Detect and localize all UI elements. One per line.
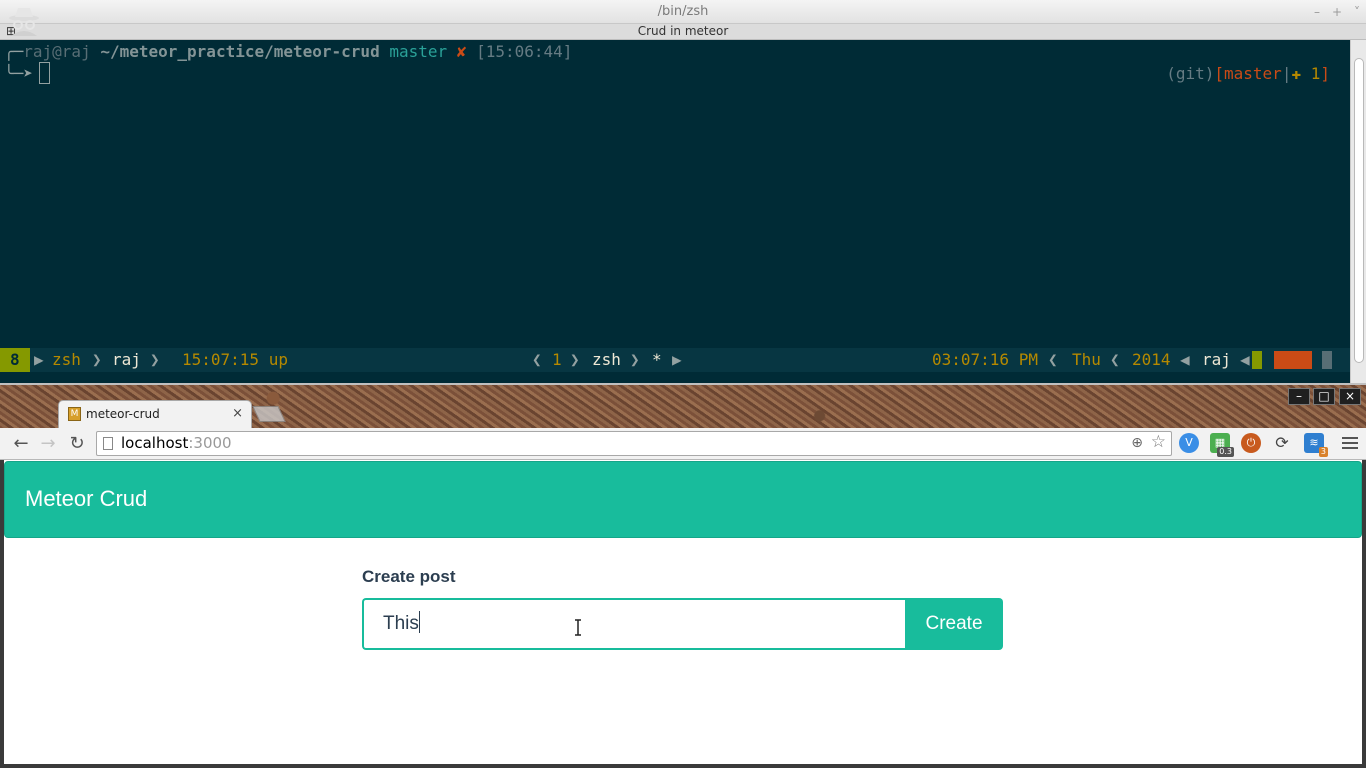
page-icon (103, 437, 113, 450)
terminal-titlebar: /bin/zsh – + ˅ (0, 0, 1366, 24)
browser-toolbar: ← → ↻ localhost:3000 ⊕ ☆ V ▦ 0.3 ⏻ ⟳ ≋ 3 (0, 428, 1366, 460)
status-uptime: 15:07:15 up (182, 350, 288, 369)
terminal-tabbar: ⊞ Crud in meteor (0, 24, 1366, 40)
prompt-branch: master (389, 42, 448, 61)
scrollbar-thumb[interactable] (1354, 58, 1364, 363)
browser-minimize-button[interactable]: – (1288, 388, 1310, 405)
prompt-time: [15:06:44] (476, 42, 573, 61)
status-meter-grey (1322, 351, 1332, 369)
terminal-window-title: /bin/zsh (657, 4, 709, 19)
extension-v-icon[interactable]: V (1179, 433, 1199, 453)
menu-button[interactable]: ˅ (1354, 0, 1360, 24)
bookmark-star-icon[interactable]: ☆ (1151, 431, 1166, 454)
prompt-input-line: ╰─➤ (4, 62, 50, 84)
prompt-line: ╭─raj@raj ~/meteor_practice/meteor-crud … (4, 42, 573, 61)
rprompt-branch: master (1224, 64, 1282, 83)
post-input-value: This (383, 613, 419, 634)
extension-sync-icon[interactable]: ⟳ (1272, 433, 1292, 453)
navbar: Meteor Crud (4, 461, 1362, 538)
terminal-cursor (38, 62, 50, 84)
incognito-icon (9, 8, 39, 36)
rprompt-changes: ✚ 1 (1291, 64, 1321, 83)
extension-badge: 3 (1318, 447, 1328, 457)
status-meter-green (1252, 351, 1262, 369)
terminal-scrollbar[interactable] (1350, 40, 1366, 384)
browser-maximize-button[interactable]: □ (1313, 388, 1335, 405)
status-shell: zsh (52, 350, 81, 369)
browser-close-button[interactable]: × (1339, 388, 1361, 405)
url-text: localhost:3000 (121, 432, 232, 455)
status-pane-shell: zsh (592, 350, 621, 369)
navbar-brand[interactable]: Meteor Crud (25, 486, 147, 512)
rprompt-sep: | (1281, 64, 1292, 83)
terminal-tab[interactable]: Crud in meteor (638, 24, 729, 38)
minimize-button[interactable]: – (1314, 0, 1320, 24)
meteor-favicon-icon: M (68, 407, 81, 421)
extension-grid-icon[interactable]: ▦ 0.3 (1210, 433, 1234, 457)
window-bottom-border (0, 764, 1366, 768)
ibeam-cursor-icon (575, 619, 581, 636)
window-number: 8 (0, 348, 30, 372)
terminal-output[interactable]: ╭─raj@raj ~/meteor_practice/meteor-crud … (0, 40, 1350, 348)
status-day: Thu (1072, 350, 1101, 369)
tab-title: meteor-crud (86, 407, 160, 421)
status-pane: 1 (552, 350, 562, 369)
zoom-icon[interactable]: ⊕ (1131, 432, 1143, 455)
extension-badge: 0.3 (1217, 447, 1234, 457)
post-input[interactable]: This (362, 598, 906, 650)
extension-power-icon[interactable]: ⏻ (1241, 433, 1261, 453)
text-caret (418, 611, 420, 633)
back-arrow-icon[interactable]: ← (10, 433, 32, 455)
forward-arrow-icon[interactable]: → (37, 433, 59, 455)
dirty-mark: ✘ (456, 42, 467, 61)
reload-icon[interactable]: ↻ (66, 433, 88, 455)
status-host: raj (1202, 350, 1231, 369)
status-year: 2014 (1132, 350, 1171, 369)
rprompt-close: ] (1320, 64, 1330, 83)
status-user: raj (112, 350, 141, 369)
url-host: localhost (121, 434, 189, 452)
create-button[interactable]: Create (905, 598, 1003, 650)
close-tab-icon[interactable]: × (232, 406, 243, 421)
status-meter-orange (1274, 351, 1312, 369)
right-prompt: (git)[master|✚ 1] (1166, 64, 1330, 83)
extension-wave-icon[interactable]: ≋ 3 (1304, 433, 1328, 457)
prompt-path: ~/meteor_practice/meteor-crud (100, 42, 380, 61)
rprompt-open: [ (1214, 64, 1225, 83)
status-pane-flag: * (652, 350, 662, 369)
maximize-button[interactable]: + (1332, 0, 1342, 24)
rprompt-git: (git) (1166, 64, 1215, 83)
browser-tab[interactable]: M meteor-crud × (58, 400, 252, 428)
url-port: :3000 (188, 434, 232, 452)
create-post-label: Create post (362, 567, 456, 586)
status-clock: 03:07:16 PM (932, 350, 1038, 369)
hamburger-menu-icon[interactable] (1342, 434, 1358, 452)
prompt-user: raj@raj (23, 42, 91, 61)
terminal-window-controls: – + ˅ (1314, 0, 1360, 24)
tmux-statusbar: 8 ▶ zsh ❯ raj ❯ 15:07:15 up ❮ 1 ❯ zsh ❯ … (0, 348, 1350, 372)
address-bar[interactable]: localhost:3000 ⊕ ☆ (96, 431, 1172, 456)
